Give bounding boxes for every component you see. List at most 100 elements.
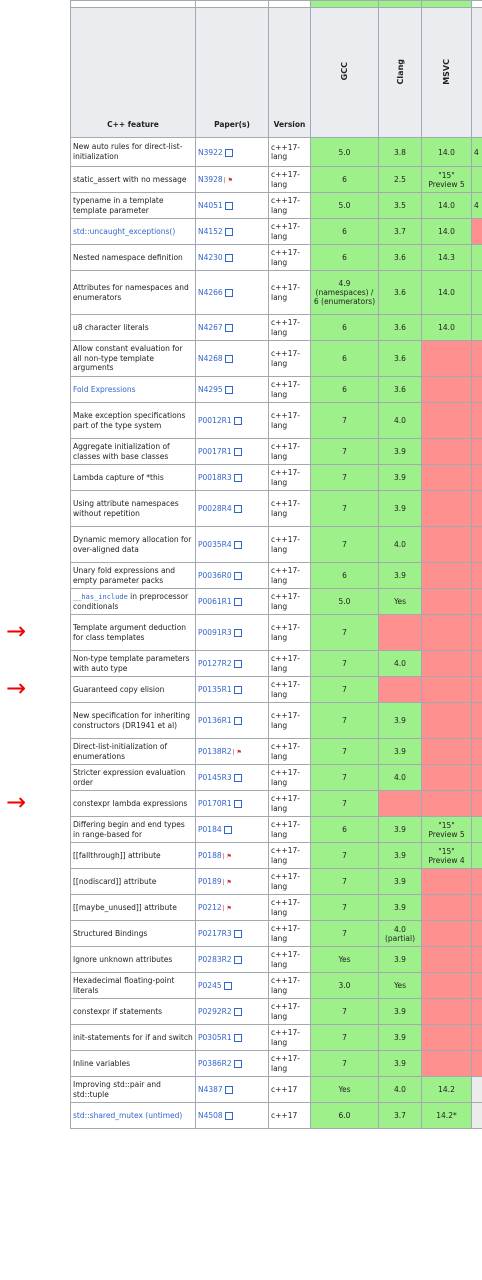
paper-link[interactable]: P0012R1: [198, 416, 232, 425]
paper-link[interactable]: P0283R2: [198, 955, 232, 964]
paper-link[interactable]: P0091R3: [198, 628, 232, 637]
pdf-icon: | ⚑: [222, 853, 232, 860]
paper-link[interactable]: N4152: [198, 227, 223, 236]
gcc-support-cell: 7: [310, 1050, 379, 1077]
version-cell: c++17-lang: [268, 490, 311, 527]
extra-support-cell: [471, 588, 482, 615]
paper-link[interactable]: P0217R3: [198, 929, 232, 938]
feature-cell: New auto rules for direct-list-initializ…: [70, 137, 196, 167]
feature-link[interactable]: __has_include: [73, 593, 128, 601]
paper-cell: N4295: [195, 376, 269, 403]
version-cell: c++17-lang: [268, 702, 311, 739]
version-cell: c++17-lang: [268, 764, 311, 791]
gcc-support-cell: 7: [310, 842, 379, 869]
version-cell: c++17-lang: [268, 738, 311, 765]
paper-cell: N4508: [195, 1102, 269, 1129]
paper-link[interactable]: N3928: [198, 175, 223, 184]
paper-link[interactable]: N4267: [198, 323, 223, 332]
paper-link[interactable]: P0135R1: [198, 685, 232, 694]
paper-link[interactable]: P0145R3: [198, 773, 232, 782]
table-row: [[maybe_unused]] attribute P0212 | ⚑ c++17…: [70, 894, 482, 921]
gcc-support-cell: 6: [310, 314, 379, 341]
feature-link[interactable]: Fold Expressions: [73, 385, 135, 394]
paper-link[interactable]: P0061R1: [198, 597, 232, 606]
paper-link[interactable]: P0305R1: [198, 1033, 232, 1042]
feature-cell[interactable]: std::uncaught_exceptions(): [70, 218, 196, 245]
paper-cell: N4051: [195, 192, 269, 219]
paper-link[interactable]: N4266: [198, 288, 223, 297]
paper-cell: P0217R3: [195, 920, 269, 947]
gcc-support-cell: 5.0: [310, 137, 379, 167]
paper-cell: P0184: [195, 816, 269, 843]
extra-support-cell: [471, 376, 482, 403]
paper-link[interactable]: P0028R4: [198, 504, 232, 513]
paper-cell: N4266: [195, 270, 269, 315]
paper-link[interactable]: P0386R2: [198, 1059, 232, 1068]
paper-link[interactable]: P0127R2: [198, 659, 232, 668]
paper-link[interactable]: P0036R0: [198, 571, 232, 580]
paper-link[interactable]: N4508: [198, 1111, 223, 1120]
feature-cell: Make exception specifications part of th…: [70, 402, 196, 439]
header-clang: Clang: [378, 7, 422, 138]
msvc-support-cell: 14.0: [421, 192, 472, 219]
paper-link[interactable]: P0245: [198, 981, 222, 990]
extra-support-cell: [471, 464, 482, 491]
table-row: Stricter expression evaluation order P014…: [70, 764, 482, 791]
feature-cell: u8 character literals: [70, 314, 196, 341]
version-cell: c++17-lang: [268, 946, 311, 973]
feature-cell: [[maybe_unused]] attribute: [70, 894, 196, 921]
extra-support-cell: [471, 764, 482, 791]
table-row: Differing begin and end types in range-b…: [70, 816, 482, 843]
extra-support-cell: [471, 1076, 482, 1103]
clang-support-cell: 3.9: [378, 562, 422, 589]
paper-link[interactable]: P0138R2: [198, 747, 232, 756]
paper-link[interactable]: N4295: [198, 385, 223, 394]
feature-label: New auto rules for direct-list-initializ…: [73, 142, 183, 161]
gcc-support-cell: 7: [310, 790, 379, 817]
paper-link[interactable]: P0136R1: [198, 716, 232, 725]
msvc-support-cell: "15" Preview 5: [421, 166, 472, 193]
msvc-support-cell: [421, 868, 472, 895]
version-cell: c++17-lang: [268, 816, 311, 843]
external-link-icon: [224, 202, 233, 210]
paper-link[interactable]: P0018R3: [198, 473, 232, 482]
paper-link[interactable]: P0292R2: [198, 1007, 232, 1016]
paper-link[interactable]: P0170R1: [198, 799, 232, 808]
gcc-support-cell: 7: [310, 920, 379, 947]
feature-cell[interactable]: std::shared_mutex (untimed): [70, 1102, 196, 1129]
gcc-support-cell: 7: [310, 998, 379, 1025]
feature-cell[interactable]: Fold Expressions: [70, 376, 196, 403]
paper-link[interactable]: P0188: [198, 851, 222, 860]
extra-support-cell: 4: [471, 192, 482, 219]
feature-label: Direct-list-initialization of enumeratio…: [73, 741, 168, 761]
external-link-icon: [233, 505, 242, 513]
gcc-support-cell: 3.0: [310, 972, 379, 999]
paper-link[interactable]: P0212: [198, 903, 222, 912]
paper-link[interactable]: P0017R1: [198, 447, 232, 456]
paper-cell: P0138R2 | ⚑: [195, 738, 269, 765]
external-link-icon: [233, 800, 242, 808]
paper-cell: P0283R2: [195, 946, 269, 973]
paper-cell: N4387: [195, 1076, 269, 1103]
extra-support-cell: [471, 340, 482, 377]
paper-link[interactable]: P0189: [198, 877, 222, 886]
paper-link[interactable]: N4387: [198, 1085, 223, 1094]
feature-label: [[fallthrough]] attribute: [73, 850, 161, 860]
gcc-support-cell: 7: [310, 764, 379, 791]
paper-link[interactable]: P0035R4: [198, 540, 232, 549]
version-cell: c++17-lang: [268, 244, 311, 271]
paper-link[interactable]: P0184: [198, 825, 222, 834]
paper-link[interactable]: N4268: [198, 354, 223, 363]
feature-link[interactable]: std::shared_mutex (untimed): [73, 1111, 182, 1120]
gcc-support-cell: 7: [310, 614, 379, 651]
paper-cell: P0386R2: [195, 1050, 269, 1077]
feature-link[interactable]: std::uncaught_exceptions(): [73, 227, 175, 236]
paper-link[interactable]: N3922: [198, 148, 223, 157]
feature-cell: Differing begin and end types in range-b…: [70, 816, 196, 843]
paper-link[interactable]: N4230: [198, 253, 223, 262]
feature-label: Hexadecimal floating-point literals: [73, 975, 175, 995]
clang-support-cell: 4.0: [378, 526, 422, 563]
paper-link[interactable]: N4051: [198, 201, 223, 210]
extra-support-cell: [471, 650, 482, 677]
clang-support-cell: 4.0: [378, 650, 422, 677]
